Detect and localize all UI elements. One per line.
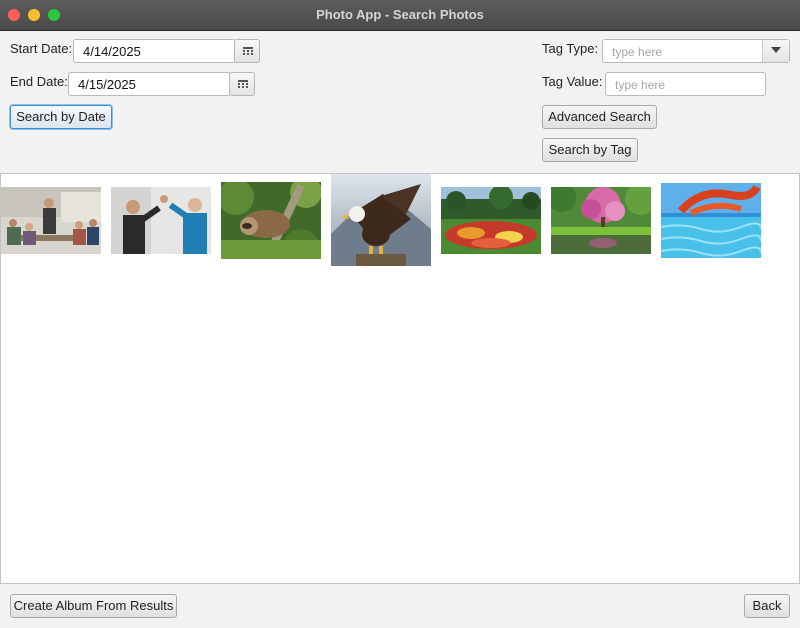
start-date-field[interactable]: 4/14/2025 [73,39,236,63]
photo-flower-garden-image [441,187,541,254]
end-date-label: End Date: [10,74,68,89]
start-date-label: Start Date: [10,41,73,56]
photo-office-meeting-image [1,187,101,254]
photo-thumbnail[interactable] [441,187,541,254]
window-title: Photo App - Search Photos [316,7,484,22]
photo-eagle-image [331,174,431,266]
tag-type-combo[interactable]: type here [602,39,790,63]
calendar-icon [238,80,248,88]
results-panel[interactable] [0,173,800,584]
end-date-calendar-button[interactable] [229,72,255,96]
advanced-search-button[interactable]: Advanced Search [542,105,657,129]
photo-thumbnail[interactable] [221,182,321,259]
end-date-field[interactable]: 4/15/2025 [68,72,231,96]
create-album-from-results-button[interactable]: Create Album From Results [10,594,177,618]
photo-thumbnail[interactable] [661,183,761,258]
tag-value-label: Tag Value: [542,74,603,89]
photo-high-five-image [111,187,211,254]
start-date-calendar-button[interactable] [234,39,260,63]
calendar-icon [243,47,253,55]
start-date-value: 4/14/2025 [83,44,141,59]
back-button[interactable]: Back [744,594,790,618]
tag-type-dropdown-button[interactable] [762,40,789,62]
photo-sloth-image [221,182,321,259]
photo-pink-tree-image [551,187,651,254]
title-bar: Photo App - Search Photos [0,0,800,31]
photo-thumbnail[interactable] [551,187,651,254]
tag-value-placeholder: type here [615,78,666,92]
search-by-date-button[interactable]: Search by Date [10,105,112,129]
chevron-down-icon [771,47,781,53]
tag-type-label: Tag Type: [542,41,599,56]
photo-thumbnail[interactable] [1,187,101,254]
end-date-value: 4/15/2025 [78,77,136,92]
search-by-tag-button[interactable]: Search by Tag [542,138,638,162]
photo-water-slide-image [661,183,761,258]
photo-thumbnail[interactable] [111,187,211,254]
tag-value-input[interactable]: type here [605,72,766,96]
photo-thumbnail[interactable] [331,174,431,266]
tag-type-placeholder: type here [612,45,663,59]
